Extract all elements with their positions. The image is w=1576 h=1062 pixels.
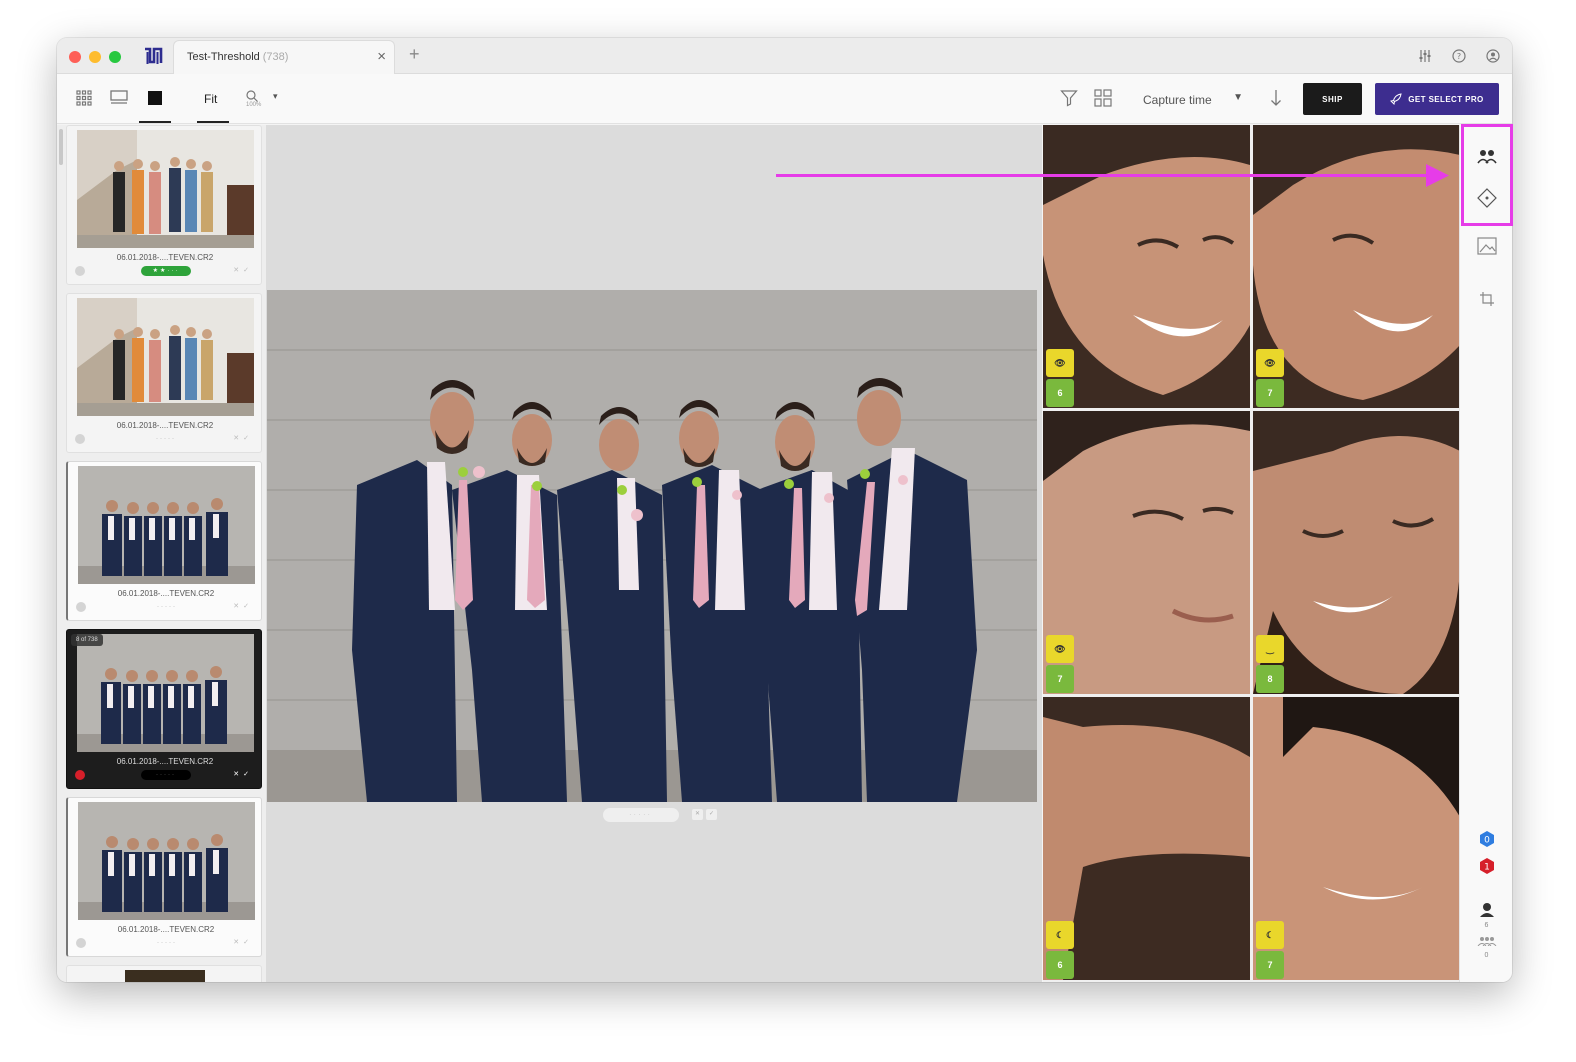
status-chip[interactable] bbox=[76, 938, 86, 948]
face-crop[interactable]: 👁 7 bbox=[1043, 411, 1250, 694]
minimize-window-button[interactable] bbox=[89, 51, 101, 63]
thumbnail-image bbox=[78, 466, 255, 584]
reject-accept-icons[interactable]: ✕✓ bbox=[233, 938, 253, 946]
fit-zoom-option[interactable]: Fit bbox=[204, 92, 217, 106]
thumbnail-card[interactable]: 06.01.2018-....TEVEN.CR2 ····· ✕✓ bbox=[66, 293, 262, 453]
status-chip[interactable] bbox=[75, 266, 85, 276]
eye-open-icon: 👁 bbox=[1046, 635, 1074, 663]
face-score: 7 bbox=[1046, 665, 1074, 693]
filmstrip-panel[interactable]: 06.01.2018-....TEVEN.CR2 ★★··· ✕✓ 06.01.… bbox=[57, 125, 266, 982]
reject-icon[interactable]: ✕ bbox=[692, 809, 703, 820]
person-icon[interactable] bbox=[1475, 898, 1499, 922]
thumbnail-image bbox=[77, 634, 254, 752]
crop-icon[interactable] bbox=[1475, 287, 1499, 311]
info-count: 0 bbox=[1484, 836, 1490, 846]
viewer-star-rating[interactable]: ····· bbox=[603, 808, 679, 822]
warning-count: 1 bbox=[1484, 863, 1490, 873]
face-score: 6 bbox=[1046, 951, 1074, 979]
group-count: 0 bbox=[1484, 952, 1489, 959]
ship-button[interactable]: SHIP bbox=[1303, 83, 1362, 115]
thumbnail-card[interactable]: 06.01.2018-....TEVEN.CR2 ★★··· ✕✓ bbox=[66, 125, 262, 285]
star-rating[interactable]: ····· bbox=[142, 602, 192, 612]
star-rating[interactable]: ····· bbox=[142, 938, 192, 948]
group-view-icon[interactable] bbox=[1091, 86, 1115, 110]
thumbnail-card-active[interactable]: 8 of 738 06.01.2018-....TEVEN.CR2 ····· … bbox=[66, 629, 262, 789]
new-tab-button[interactable]: + bbox=[409, 44, 420, 65]
thumbnail-image bbox=[78, 802, 255, 920]
magnifier-icon bbox=[246, 90, 258, 102]
profile-face-icon: ☾ bbox=[1256, 921, 1284, 949]
eye-closed-icon: ‿ bbox=[1256, 635, 1284, 663]
thumbnail-image bbox=[77, 298, 254, 416]
account-icon[interactable] bbox=[1484, 47, 1502, 65]
face-crop[interactable]: ☾ 6 bbox=[1043, 697, 1250, 980]
faces-panel: 👁 6 👁 7 👁 7 ‿ 8 ☾ 6 ☾ 7 bbox=[1043, 125, 1460, 982]
face-crop[interactable]: ‿ 8 bbox=[1253, 411, 1460, 694]
status-chip[interactable] bbox=[76, 602, 86, 612]
face-score: 6 bbox=[1046, 379, 1074, 407]
status-chip[interactable] bbox=[75, 434, 85, 444]
warning-badge-icon[interactable]: 1 bbox=[1475, 854, 1499, 878]
accept-icon[interactable]: ✓ bbox=[706, 809, 717, 820]
annotation-highlight-box bbox=[1461, 124, 1513, 226]
title-bar: Test-Threshold (738) × + ? bbox=[57, 38, 1512, 74]
face-score: 7 bbox=[1256, 951, 1284, 979]
zoom-window-button[interactable] bbox=[109, 51, 121, 63]
thumbnail-card[interactable]: 06.01.2018-....TEVEN.CR2 ····· ✕✓ bbox=[66, 797, 262, 957]
thumbnail-image bbox=[125, 970, 205, 982]
eye-open-icon: 👁 bbox=[1046, 349, 1074, 377]
tab-title: Test-Threshold (738) bbox=[187, 51, 289, 63]
sort-direction-icon[interactable] bbox=[1264, 86, 1288, 110]
app-logo-icon bbox=[145, 47, 163, 64]
chevron-down-icon: ▼ bbox=[1233, 92, 1243, 103]
reject-accept-icons[interactable]: ✕✓ bbox=[233, 770, 253, 778]
face-crop[interactable]: ☾ 7 bbox=[1253, 697, 1460, 980]
thumbnail-card[interactable]: 06.01.2018-....TEVEN.CR2 ····· ✕✓ bbox=[66, 461, 262, 621]
close-tab-icon[interactable]: × bbox=[377, 48, 386, 65]
filmstrip-scrollbar[interactable] bbox=[59, 129, 63, 165]
reject-accept-icons[interactable]: ✕✓ bbox=[233, 434, 253, 442]
eye-open-icon: 👁 bbox=[1256, 349, 1284, 377]
sort-select[interactable]: Capture time ▼ bbox=[1127, 84, 1247, 114]
annotation-arrow bbox=[776, 164, 1449, 187]
group-icon[interactable] bbox=[1475, 933, 1499, 949]
reject-accept-icons[interactable]: ✕✓ bbox=[233, 602, 253, 610]
zoom-control[interactable]: 100% ▾ bbox=[243, 87, 283, 111]
grid-view-icon[interactable] bbox=[72, 86, 96, 110]
project-tab[interactable]: Test-Threshold (738) × bbox=[173, 40, 395, 74]
thumbnail-image bbox=[77, 130, 254, 248]
single-view-icon[interactable] bbox=[143, 86, 167, 110]
top-toolbar: Fit 100% ▾ Capture time ▼ SHIP GET SELEC… bbox=[57, 74, 1512, 124]
reject-accept-icons[interactable]: ✕✓ bbox=[233, 266, 253, 274]
close-window-button[interactable] bbox=[69, 51, 81, 63]
thumbnail-card[interactable] bbox=[66, 965, 262, 982]
help-icon[interactable]: ? bbox=[1450, 47, 1468, 65]
star-rating[interactable]: ····· bbox=[141, 434, 191, 444]
face-score: 8 bbox=[1256, 665, 1284, 693]
main-viewer[interactable]: ····· ✕ ✓ bbox=[266, 125, 1042, 982]
main-photo bbox=[267, 290, 1037, 802]
rocket-icon bbox=[1390, 93, 1402, 105]
star-rating[interactable]: ★★··· bbox=[141, 266, 191, 276]
face-score: 7 bbox=[1256, 379, 1284, 407]
image-compare-icon[interactable] bbox=[1475, 234, 1499, 258]
svg-text:?: ? bbox=[1457, 52, 1461, 61]
right-tool-rail: 0 1 6 0 bbox=[1459, 125, 1512, 982]
warning-chip-icon[interactable] bbox=[75, 770, 85, 780]
person-count: 6 bbox=[1484, 922, 1489, 929]
get-select-pro-button[interactable]: GET SELECT PRO bbox=[1375, 83, 1499, 115]
info-badge-icon[interactable]: 0 bbox=[1475, 827, 1499, 851]
zoom-dropdown-icon[interactable]: ▾ bbox=[273, 91, 278, 102]
image-counter: 8 of 738 bbox=[71, 634, 103, 646]
star-rating[interactable]: ····· bbox=[141, 770, 191, 780]
filter-icon[interactable] bbox=[1057, 86, 1081, 110]
adjustments-icon[interactable] bbox=[1416, 47, 1434, 65]
filmstrip-view-icon[interactable] bbox=[107, 86, 131, 110]
profile-face-icon: ☾ bbox=[1046, 921, 1074, 949]
